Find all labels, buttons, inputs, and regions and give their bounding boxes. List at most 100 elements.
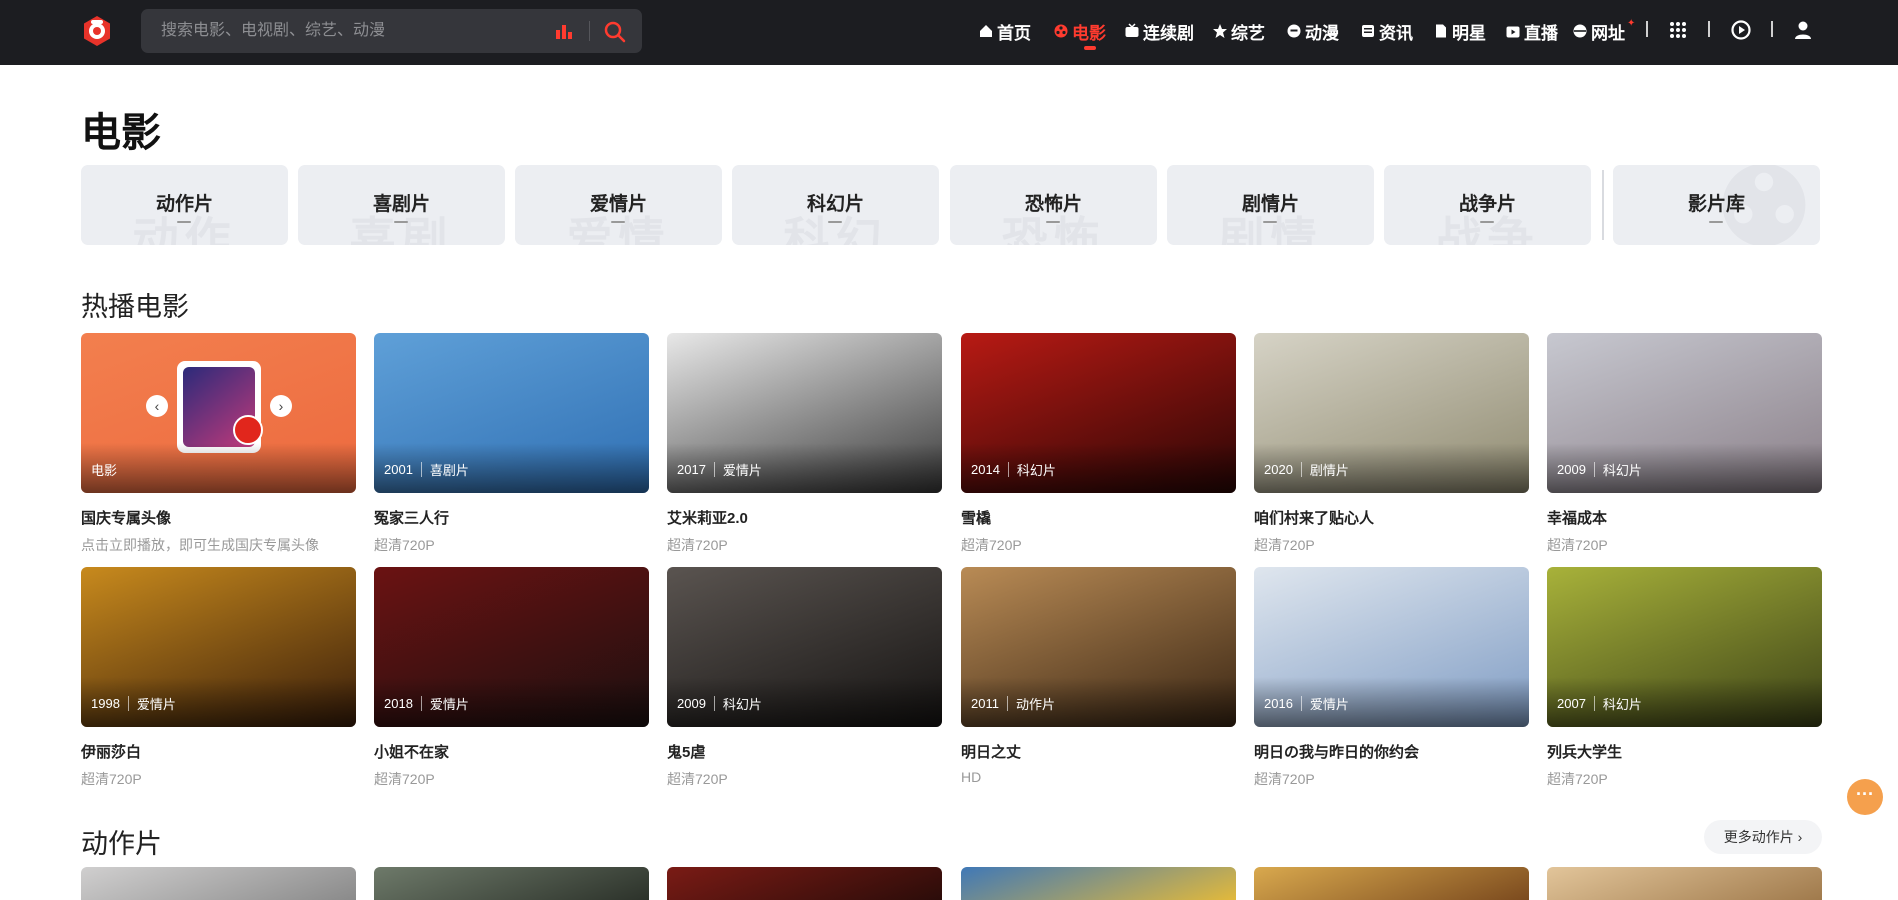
apps-grid-icon[interactable] (1667, 19, 1689, 41)
movie-card[interactable]: 1998 爱情片伊丽莎白超清720P (81, 567, 356, 789)
site-logo-icon[interactable] (80, 14, 114, 48)
genre-tab-7[interactable]: 影片库 (1613, 165, 1820, 245)
nav-item-label: 连续剧 (1143, 23, 1194, 43)
genre-label: 战争片 (1458, 194, 1516, 215)
movie-poster[interactable]: 2009 科幻片 (1547, 333, 1822, 493)
action-movie-poster[interactable] (81, 867, 356, 900)
genre-tab-0[interactable]: 动作 动作片 (81, 165, 288, 245)
movie-title[interactable]: 小姐不在家 (374, 741, 649, 762)
genre-label: 动作片 (155, 194, 213, 215)
search-icon[interactable] (603, 20, 627, 44)
movie-quality: 点击立即播放，即可生成国庆专属头像 (81, 537, 319, 553)
movie-genre: 爱情片 (136, 697, 176, 712)
movie-title[interactable]: 国庆专属头像 (81, 507, 356, 528)
movie-poster[interactable]: 2017 爱情片 (667, 333, 942, 493)
top-navigation-bar: 搜索电影、电视剧、综艺、动漫 首页 电影 连续剧 综艺 动漫 资讯 明星 直播 网址 ✦ (0, 0, 1898, 65)
genre-tab-6[interactable]: 战争 战争片 (1384, 165, 1591, 245)
movie-quality: 超清720P (961, 537, 1022, 553)
movie-genre: 科幻片 (1602, 463, 1642, 478)
movie-poster[interactable]: 2014 科幻片 (961, 333, 1236, 493)
poster-shade (81, 443, 356, 493)
movie-genre: 电影 (91, 463, 118, 478)
movie-year: 2016 (1264, 696, 1302, 711)
active-tab-indicator (1084, 46, 1096, 50)
nav-item-label: 网址 (1591, 23, 1625, 43)
movie-poster[interactable]: 2009 科幻片 (667, 567, 942, 727)
genre-tab-4[interactable]: 恐怖 恐怖片 (950, 165, 1157, 245)
poster-tags: 2017 爱情片 (677, 460, 762, 479)
movie-poster[interactable]: ‹ › 电影 (81, 333, 356, 493)
movie-poster[interactable]: 2020 剧情片 (1254, 333, 1529, 493)
action-movie-poster[interactable] (961, 867, 1236, 900)
movie-quality: 超清720P (667, 771, 728, 787)
movie-poster[interactable]: 2007 科幻片 (1547, 567, 1822, 727)
movie-title[interactable]: 幸福成本 (1547, 507, 1822, 528)
movie-title[interactable]: 艾米莉亚2.0 (667, 507, 942, 528)
movie-card[interactable]: 2020 剧情片 咱们村来了贴心人 超清720P (1254, 333, 1529, 555)
movie-poster[interactable]: 2016 爱情片 (1254, 567, 1529, 727)
more-options-float-button[interactable]: ··· (1847, 779, 1883, 815)
nav-item-1[interactable]: 电影 (1053, 18, 1106, 44)
movie-title[interactable]: 雪橇 (961, 507, 1236, 528)
carousel-prev-button[interactable]: ‹ (146, 395, 168, 417)
nav-item-6[interactable]: 明星 (1433, 18, 1486, 44)
nav-item-4[interactable]: 动漫 (1286, 18, 1339, 44)
movie-card[interactable]: 2011 动作片 明日之丈 HD (961, 567, 1236, 785)
movie-card[interactable]: 2017 爱情片 艾米莉亚2.0 超清720P (667, 333, 942, 555)
genre-dash (177, 221, 191, 223)
play-history-icon[interactable] (1730, 19, 1752, 41)
movie-title[interactable]: 鬼5虐 (667, 741, 942, 762)
genre-tab-1[interactable]: 喜剧 喜剧片 (298, 165, 505, 245)
movie-poster[interactable]: 2001 喜剧片 (374, 333, 649, 493)
poster-tags: 2009 科幻片 (677, 694, 762, 713)
carousel-next-button[interactable]: › (270, 395, 292, 417)
poster-tags: 2009 科幻片 (1557, 460, 1642, 479)
movie-card[interactable]: 2009 科幻片鬼5虐超清720P (667, 567, 942, 789)
movie-card[interactable]: 2018 爱情片 小姐不在家 超清720P (374, 567, 649, 789)
action-movie-poster[interactable] (667, 867, 942, 900)
movie-card[interactable]: 2016 爱情片 明日の我与昨日的你约会 超清720P (1254, 567, 1529, 789)
movie-card[interactable]: ‹ › 电影国庆专属头像点击立即播放，即可生成国庆专属头像 (81, 333, 356, 555)
nav-item-0[interactable]: 首页 (978, 18, 1031, 44)
movie-year: 2018 (384, 696, 422, 711)
genre-tab-5[interactable]: 剧情 剧情片 (1167, 165, 1374, 245)
movie-card[interactable]: 2007 科幻片 列兵大学生 超清720P (1547, 567, 1822, 789)
genre-tab-3[interactable]: 科幻 科幻片 (732, 165, 939, 245)
genre-tab-2[interactable]: 爱情 爱情片 (515, 165, 722, 245)
action-movie-poster[interactable] (1547, 867, 1822, 900)
movie-poster[interactable]: 1998 爱情片 (81, 567, 356, 727)
more-action-movies-button[interactable]: 更多动作片 › (1704, 820, 1822, 854)
genre-label: 剧情片 (1241, 194, 1299, 215)
movie-title[interactable]: 明日之丈 (961, 741, 1236, 762)
movie-title[interactable]: 冤家三人行 (374, 507, 649, 528)
movie-title[interactable]: 明日の我与昨日的你约会 (1254, 741, 1529, 762)
nav-item-5[interactable]: 资讯 (1360, 18, 1413, 44)
hot-movies-section-title: 热播电影 (81, 292, 189, 322)
movie-quality: 超清720P (81, 771, 142, 787)
search-input[interactable]: 搜索电影、电视剧、综艺、动漫 (161, 9, 385, 53)
nav-item-3[interactable]: 综艺 (1212, 18, 1265, 44)
movie-year: 2001 (384, 462, 422, 477)
movie-card[interactable]: 2009 科幻片 幸福成本 超清720P (1547, 333, 1822, 555)
movie-title[interactable]: 咱们村来了贴心人 (1254, 507, 1529, 528)
poster-tags: 2020 剧情片 (1264, 460, 1349, 479)
nav-item-2[interactable]: 连续剧 (1124, 18, 1194, 44)
action-movie-poster[interactable] (1254, 867, 1529, 900)
search-box[interactable]: 搜索电影、电视剧、综艺、动漫 (141, 9, 642, 53)
movie-title[interactable]: 列兵大学生 (1547, 741, 1822, 762)
action-movie-poster[interactable] (374, 867, 649, 900)
genre-label: 恐怖片 (1024, 194, 1082, 215)
movie-genre: 爱情片 (429, 697, 469, 712)
movie-card[interactable]: 2014 科幻片雪橇超清720P (961, 333, 1236, 555)
user-account-icon[interactable] (1792, 19, 1814, 41)
movie-poster[interactable]: 2011 动作片 (961, 567, 1236, 727)
genre-dash (1480, 221, 1494, 223)
movie-genre: 动作片 (1015, 697, 1055, 712)
genre-label: 喜剧片 (372, 194, 430, 215)
movie-poster[interactable]: 2018 爱情片 (374, 567, 649, 727)
movie-title[interactable]: 伊丽莎白 (81, 741, 356, 762)
nav-item-7[interactable]: 直播 (1505, 18, 1558, 44)
nav-item-8[interactable]: 网址 (1572, 18, 1625, 44)
movie-card[interactable]: 2001 喜剧片 冤家三人行 超清720P (374, 333, 649, 555)
ranking-icon[interactable] (554, 21, 574, 41)
